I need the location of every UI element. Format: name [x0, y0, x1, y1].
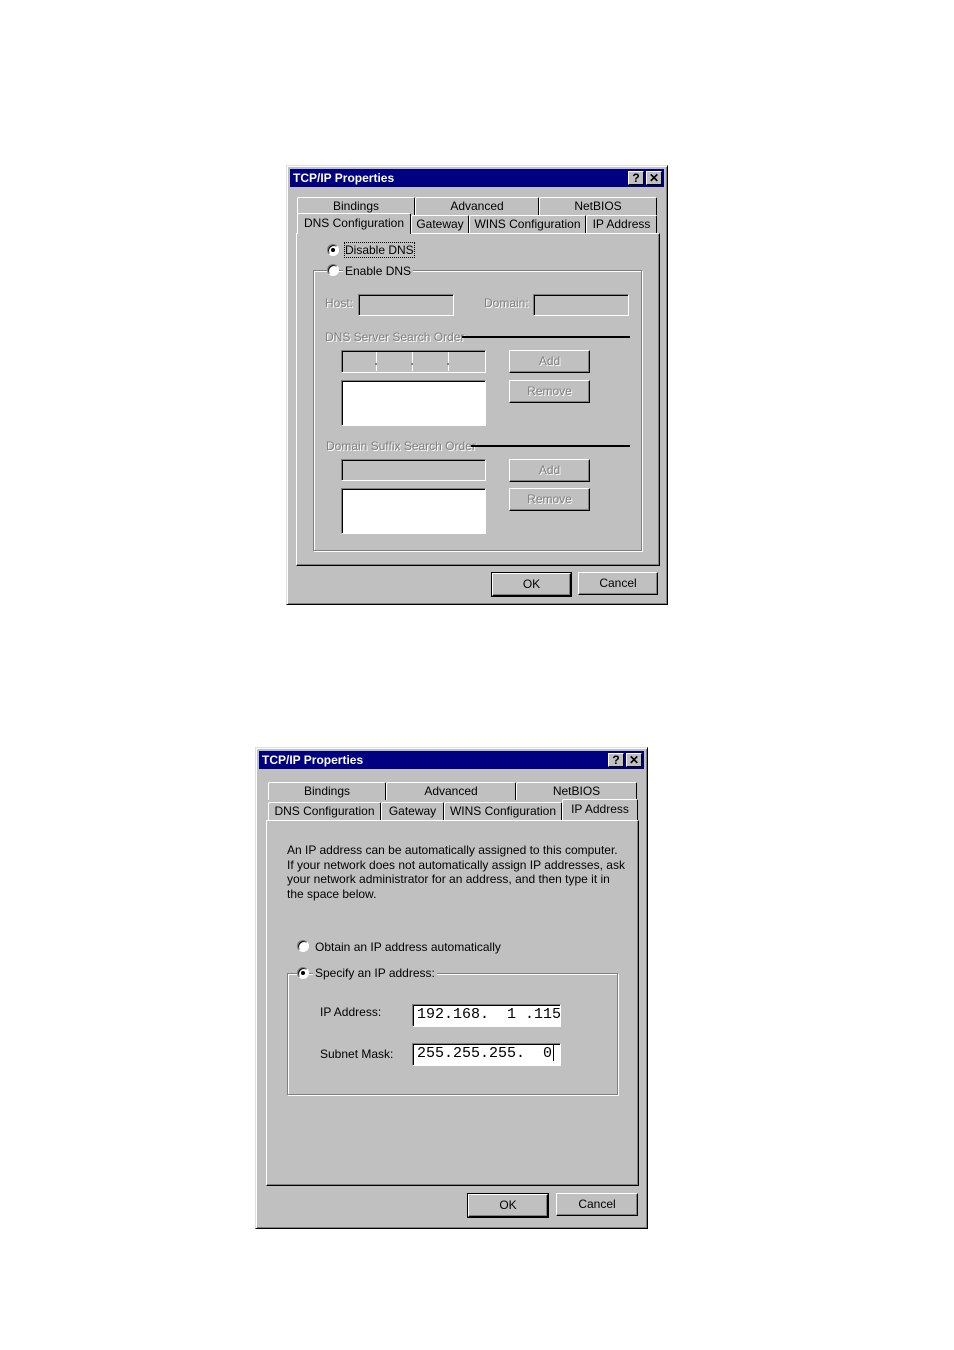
ip-address-label: IP Address: — [320, 1005, 382, 1019]
enable-dns-radio[interactable] — [327, 264, 339, 276]
dns-server-ip-input[interactable] — [341, 350, 486, 373]
dns-add-button[interactable]: Add — [509, 350, 590, 373]
subnet-mask-label: Subnet Mask: — [320, 1047, 394, 1061]
tcpip-dialog-ip: TCP/IP Properties ? ✕ Bindings Advanced … — [255, 747, 648, 1229]
suffix-remove-button[interactable]: Remove — [509, 488, 590, 511]
specify-ip-label[interactable]: Specify an IP address: — [313, 966, 437, 980]
tab-dns-configuration[interactable]: DNS Configuration — [268, 802, 381, 820]
domain-label: Domain: — [484, 296, 529, 310]
tab-ip-address[interactable]: IP Address — [562, 799, 638, 820]
title-bar: TCP/IP Properties ? ✕ — [290, 169, 664, 187]
dns-server-list[interactable] — [341, 380, 486, 426]
enable-dns-label[interactable]: Enable DNS — [343, 264, 414, 278]
tab-panel: An IP address can be automatically assig… — [266, 820, 639, 1186]
disable-dns-label[interactable]: Disable DNS — [344, 242, 415, 258]
ok-button[interactable]: OK — [467, 1193, 549, 1218]
domain-input[interactable] — [533, 294, 629, 316]
help-icon[interactable]: ? — [608, 753, 624, 767]
tab-netbios[interactable]: NetBIOS — [539, 197, 657, 215]
dialog-title: TCP/IP Properties — [293, 171, 395, 185]
cancel-button[interactable]: Cancel — [556, 1193, 638, 1216]
section-divider — [462, 336, 630, 338]
help-icon[interactable]: ? — [628, 171, 644, 185]
tab-advanced[interactable]: Advanced — [415, 197, 539, 215]
tab-gateway[interactable]: Gateway — [381, 802, 444, 820]
dns-remove-button[interactable]: Remove — [509, 380, 590, 403]
host-input[interactable] — [358, 294, 454, 316]
ip-address-input[interactable]: 192.168. 1 .115 — [412, 1004, 561, 1027]
tab-netbios[interactable]: NetBIOS — [516, 782, 637, 800]
disable-dns-radio[interactable] — [327, 244, 339, 256]
tab-wins-configuration[interactable]: WINS Configuration — [469, 215, 586, 233]
tab-bindings[interactable]: Bindings — [268, 782, 386, 800]
title-bar: TCP/IP Properties ? ✕ — [259, 751, 644, 769]
suffix-list[interactable] — [341, 488, 486, 534]
tab-panel: Disable DNS Enable DNS Host: Domain: DNS… — [296, 233, 660, 566]
section-divider — [471, 445, 630, 447]
suffix-section-label: Domain Suffix Search Order — [326, 439, 476, 453]
close-icon[interactable]: ✕ — [626, 753, 642, 767]
host-label: Host: — [325, 296, 354, 310]
tcpip-dialog-dns: TCP/IP Properties ? ✕ Bindings Advanced … — [286, 165, 668, 605]
close-icon[interactable]: ✕ — [646, 171, 662, 185]
dialog-title: TCP/IP Properties — [262, 753, 364, 767]
tab-wins-configuration[interactable]: WINS Configuration — [444, 802, 562, 820]
tab-advanced[interactable]: Advanced — [386, 782, 516, 800]
obtain-ip-label[interactable]: Obtain an IP address automatically — [315, 940, 501, 954]
tab-ip-address[interactable]: IP Address — [586, 215, 657, 233]
text-caret — [553, 1045, 555, 1062]
cancel-button[interactable]: Cancel — [578, 572, 658, 595]
subnet-mask-input[interactable]: 255.255.255. 0 — [412, 1043, 561, 1066]
suffix-input[interactable] — [341, 459, 486, 481]
specify-ip-group — [287, 973, 618, 1095]
suffix-add-button[interactable]: Add — [509, 459, 590, 482]
tab-dns-configuration[interactable]: DNS Configuration — [297, 213, 411, 234]
description-text: An IP address can be automatically assig… — [287, 843, 625, 901]
tab-gateway[interactable]: Gateway — [411, 215, 469, 233]
ok-button[interactable]: OK — [491, 572, 572, 597]
dns-server-section-label: DNS Server Search Order — [325, 330, 465, 344]
specify-ip-radio[interactable] — [297, 967, 309, 979]
obtain-ip-radio[interactable] — [297, 940, 309, 952]
